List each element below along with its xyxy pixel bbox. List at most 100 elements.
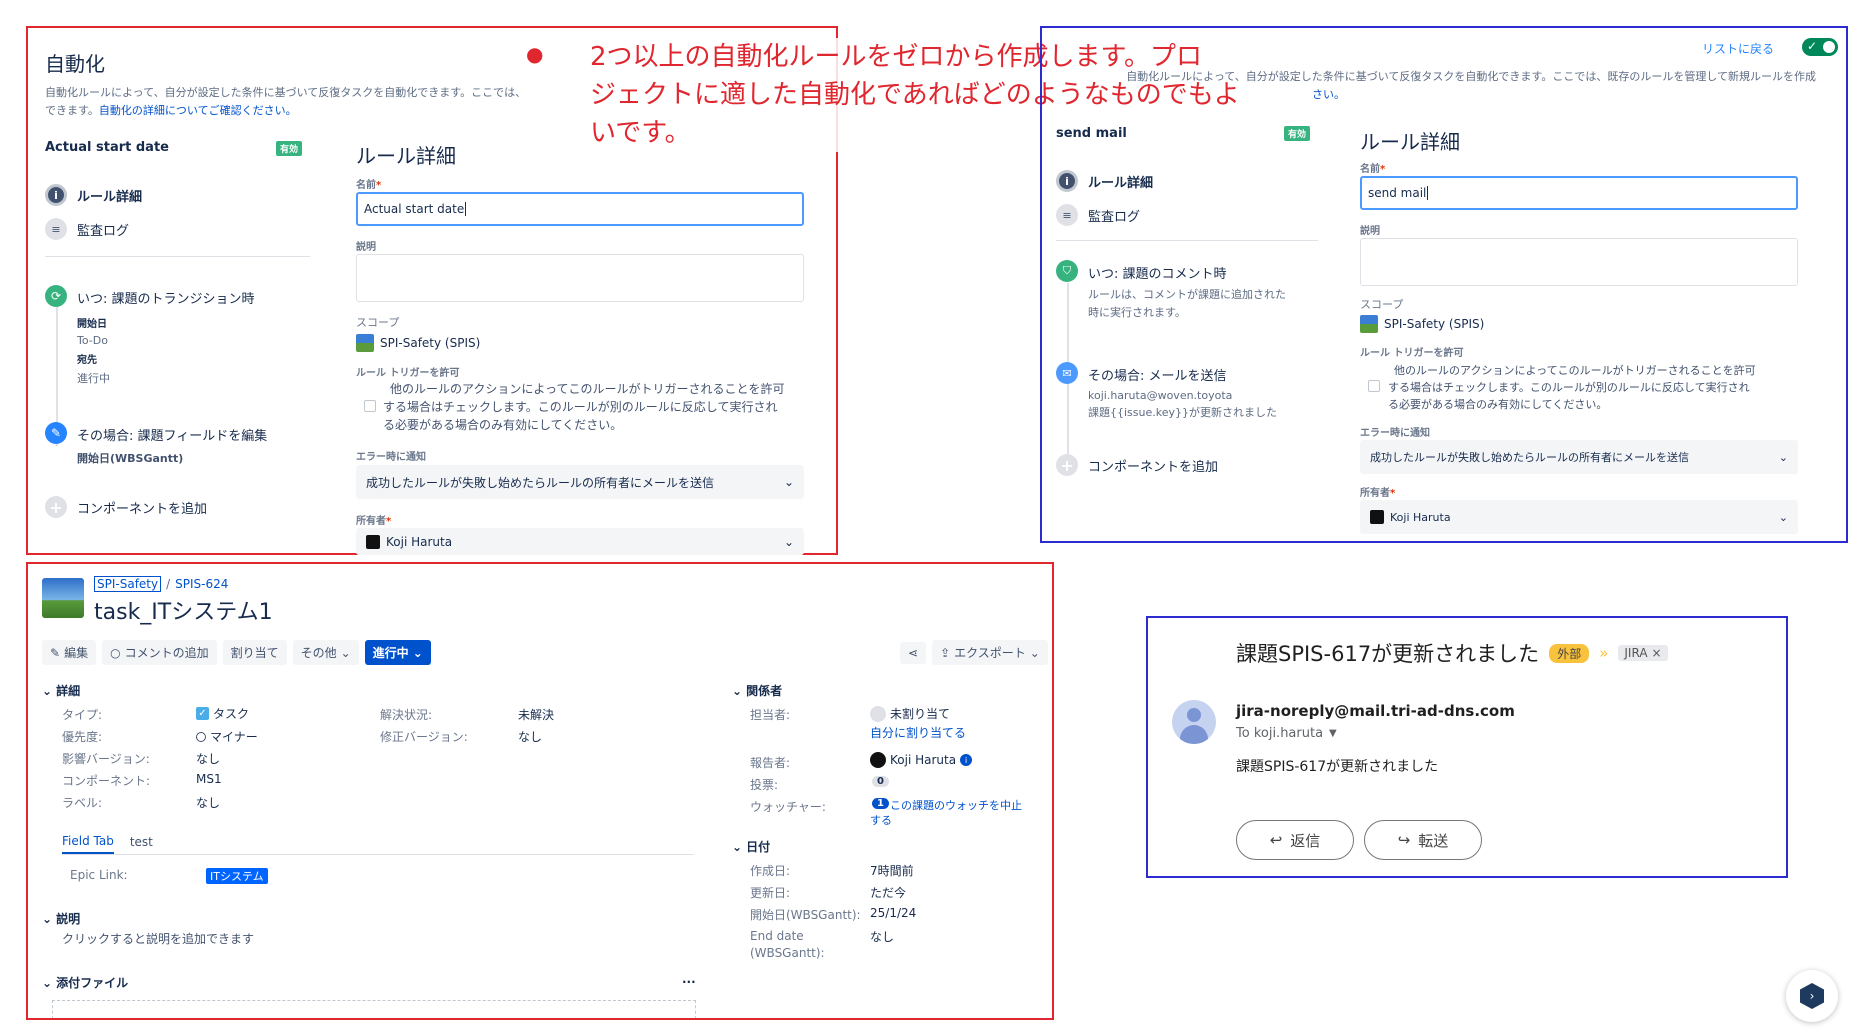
recipients[interactable]: To koji.haruta ▼	[1236, 726, 1337, 741]
stop-watching-link[interactable]: この課題のウォッチを中止 する	[870, 798, 1022, 828]
allow-line-3: る必要がある場合のみ有効にしてください。	[1388, 398, 1608, 411]
issue-panel: SPI-Safety / SPIS-624 task_ITシステム1 ✎ 編集 ○…	[26, 562, 1054, 1020]
breadcrumb-project[interactable]: SPI-Safety	[94, 576, 162, 592]
assign-to-me-link[interactable]: 自分に割り当てる	[870, 724, 966, 741]
chevron-down-icon: ⌄	[783, 475, 794, 489]
name-label: 名前*	[356, 180, 382, 191]
nav-audit-log[interactable]: ≡ 監査ログ	[45, 218, 129, 240]
nav-rule-details[interactable]: i ルール詳細	[1056, 170, 1153, 192]
trigger-title: いつ: 課題のコメント時	[1088, 267, 1227, 282]
back-to-list-link[interactable]: リストに戻る	[1702, 40, 1774, 57]
add-component-button[interactable]: + コンポーネントを追加	[45, 496, 207, 518]
reply-icon: ↩	[1269, 831, 1283, 849]
email-subject: 課題SPIS-617が更新されました	[1236, 642, 1540, 666]
allow-trigger-checkbox[interactable]	[1368, 380, 1380, 392]
section-people[interactable]: ⌄ 関係者	[732, 682, 782, 699]
status-button[interactable]: 進行中 ⌄	[364, 640, 431, 665]
add-comment-button[interactable]: ○ コメントの追加	[102, 640, 217, 665]
error-notify-select[interactable]: 成功したルールが失敗し始めたらルールの所有者にメールを送信 ⌄	[1360, 440, 1798, 474]
scope-text: SPI-Safety (SPIS)	[380, 336, 481, 350]
chevron-down-icon: ⌄	[42, 975, 53, 990]
section-attachments[interactable]: ⌄ 添付ファイル	[42, 974, 128, 991]
section-dates[interactable]: ⌄ 日付	[732, 838, 770, 855]
assistant-fab[interactable]: ›	[1786, 970, 1838, 1022]
remove-label-icon[interactable]: ×	[1652, 646, 1662, 660]
automation-help-link[interactable]: 自動化の詳細についてご確認ください。	[99, 104, 297, 117]
affects-label: 影響バージョン:	[62, 752, 150, 766]
field-tabs: Field Tab test	[62, 834, 153, 854]
add-component-button[interactable]: + コンポーネントを追加	[1056, 454, 1218, 476]
name-input[interactable]: Actual start date	[356, 192, 804, 226]
trigger-from: To-Do	[77, 334, 108, 347]
fixver-value: なし	[518, 730, 543, 744]
labels-label: ラベル:	[62, 796, 103, 810]
description-textarea[interactable]	[1360, 238, 1798, 286]
votes-value[interactable]: 0	[872, 776, 889, 787]
action-component[interactable]: ✎ その場合: 課題フィールドを編集 開始日(WBSGantt)	[45, 422, 267, 466]
avatar	[870, 752, 886, 768]
automation-panel-2: リストに戻る ✓ 自動化ルールによって、自分が設定した条件に基づいて反復タスクを…	[1040, 26, 1848, 543]
avatar	[1370, 510, 1384, 524]
updated-label: 更新日:	[750, 886, 791, 900]
description-textarea[interactable]	[356, 254, 804, 302]
trigger-component[interactable]: ⛉ いつ: 課題のコメント時 ルールは、コメントが課題に追加された 時に実行され…	[1056, 260, 1286, 320]
owner-label: 所有者*	[356, 516, 392, 527]
tab-field-tab[interactable]: Field Tab	[62, 834, 114, 854]
add-component-label: コンポーネントを追加	[77, 501, 208, 517]
action-subject: 課題{{issue.key}}が更新されました	[1088, 406, 1278, 419]
status-label: 進行中	[372, 646, 409, 660]
enable-toggle[interactable]: ✓	[1802, 38, 1838, 56]
assistant-icon: ›	[1800, 983, 1824, 1009]
created-label: 作成日:	[750, 864, 791, 878]
action-component[interactable]: ✉ その場合: メールを送信 koji.haruta@woven.toyota …	[1056, 362, 1277, 420]
component-label: コンポーネント:	[62, 774, 151, 788]
description-placeholder[interactable]: クリックすると説明を追加できます	[62, 930, 254, 947]
component-value[interactable]: MS1	[196, 772, 222, 786]
epic-link-value[interactable]: ITシステム	[206, 868, 268, 884]
tab-test[interactable]: test	[130, 835, 153, 853]
allow-trigger-checkbox[interactable]	[364, 400, 376, 412]
error-notify-label: エラー時に通知	[356, 452, 426, 463]
info-icon: i	[960, 754, 973, 766]
name-label-text: 名前	[356, 180, 376, 191]
owner-label: 所有者*	[1360, 488, 1396, 499]
more-button[interactable]: その他 ⌄	[292, 640, 359, 665]
allow-trigger-label: ルール トリガーを許可	[356, 368, 460, 379]
error-notify-select[interactable]: 成功したルールが失敗し始めたらルールの所有者にメールを送信 ⌄	[356, 465, 804, 499]
annotation-bullet: ●	[526, 42, 544, 66]
owner-select[interactable]: Koji Haruta ⌄	[1360, 500, 1798, 534]
breadcrumb-separator: /	[166, 577, 171, 591]
name-input[interactable]: send mail	[1360, 176, 1798, 210]
export-button[interactable]: ⇪ エクスポート ⌄	[932, 640, 1048, 665]
jira-label-chip: JIRA ×	[1618, 645, 1668, 661]
reply-button[interactable]: ↩ 返信	[1236, 820, 1354, 860]
stop-watching-line-2: する	[870, 814, 892, 827]
share-button[interactable]: ⋖	[900, 641, 927, 664]
breadcrumb-issue-key[interactable]: SPIS-624	[175, 577, 228, 591]
nav-audit-log[interactable]: ≡ 監査ログ	[1056, 204, 1140, 226]
issue-title: task_ITシステム1	[94, 600, 273, 625]
assign-button[interactable]: 割り当て	[222, 640, 287, 665]
scope-label: スコープ	[1360, 298, 1404, 311]
comment-icon: ○	[110, 645, 121, 660]
attachments-more-button[interactable]: ...	[682, 972, 696, 986]
forward-label: 転送	[1418, 831, 1449, 850]
project-avatar-icon	[42, 578, 84, 618]
error-notify-value: 成功したルールが失敗し始めたらルールの所有者にメールを送信	[366, 475, 715, 490]
edit-button[interactable]: ✎ 編集	[42, 640, 97, 665]
attachments-dropzone[interactable]	[52, 1000, 696, 1018]
assignee-text: 未割り当て	[890, 707, 951, 721]
type-label: タイプ:	[62, 708, 103, 722]
section-title: 説明	[56, 912, 81, 926]
section-description[interactable]: ⌄ 説明	[42, 910, 80, 927]
forward-button[interactable]: ↪ 転送	[1364, 820, 1482, 860]
nav-rule-details[interactable]: i ルール詳細	[45, 184, 142, 206]
section-details[interactable]: ⌄ 詳細	[42, 682, 80, 699]
issue-toolbar-right: ⋖ ⇪ エクスポート ⌄	[900, 640, 1048, 665]
allow-line-3: る必要がある場合のみ有効にしてください。	[383, 418, 623, 432]
name-label: 名前*	[1360, 164, 1386, 175]
owner-value: Koji Haruta	[386, 534, 453, 549]
watchers-count[interactable]: 1	[872, 798, 889, 809]
owner-select[interactable]: Koji Haruta ⌄	[356, 528, 804, 555]
trigger-component[interactable]: ⟳ いつ: 課題のトランジション時 開始日 To-Do 宛先 進行中	[45, 285, 255, 386]
